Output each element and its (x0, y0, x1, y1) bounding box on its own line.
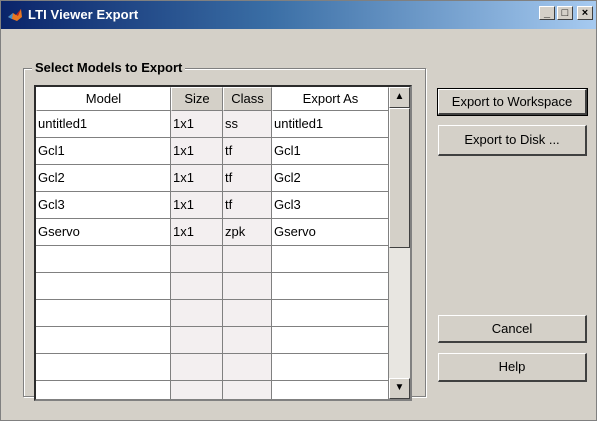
cell-size (171, 273, 223, 300)
cell-size: 1x1 (171, 165, 223, 192)
cell-model: Gservo (36, 219, 171, 246)
table-body: untitled1 1x1 ss untitled1 Gcl1 1x1 tf Gcl1 Gcl2… (36, 111, 410, 399)
cell-class: zpk (223, 219, 272, 246)
cell-class (223, 246, 272, 273)
scrollbar-thumb[interactable] (389, 108, 410, 248)
cell-size (171, 354, 223, 381)
table-row[interactable]: untitled1 1x1 ss untitled1 (36, 111, 410, 138)
cell-class (223, 327, 272, 354)
export-to-workspace-button[interactable]: Export to Workspace (437, 88, 588, 116)
cell-model (36, 354, 171, 381)
cell-class (223, 381, 272, 399)
column-header-model[interactable]: Model (36, 87, 171, 111)
cell-size: 1x1 (171, 219, 223, 246)
cell-model (36, 273, 171, 300)
cell-size: 1x1 (171, 111, 223, 138)
cell-model: Gcl1 (36, 138, 171, 165)
help-button[interactable]: Help (438, 353, 587, 382)
table-row[interactable] (36, 354, 410, 381)
cell-export-as[interactable] (272, 381, 389, 399)
minimize-button[interactable]: _ (539, 6, 555, 20)
table-row[interactable] (36, 327, 410, 354)
table-row[interactable] (36, 300, 410, 327)
cell-export-as[interactable] (272, 273, 389, 300)
cell-export-as[interactable] (272, 246, 389, 273)
column-header-export-as[interactable]: Export As (272, 87, 389, 111)
table-row[interactable]: Gcl2 1x1 tf Gcl2 (36, 165, 410, 192)
cell-model (36, 300, 171, 327)
cell-export-as[interactable]: Gcl1 (272, 138, 389, 165)
table-row[interactable]: Gcl1 1x1 tf Gcl1 (36, 138, 410, 165)
lti-viewer-export-window: LTI Viewer Export _ □ × Select Models to… (0, 0, 597, 421)
cell-export-as[interactable] (272, 354, 389, 381)
close-button[interactable]: × (577, 6, 593, 20)
cell-export-as[interactable]: Gservo (272, 219, 389, 246)
cell-class: tf (223, 138, 272, 165)
cell-export-as[interactable]: Gcl2 (272, 165, 389, 192)
cell-class: ss (223, 111, 272, 138)
cell-model (36, 246, 171, 273)
cell-export-as[interactable]: untitled1 (272, 111, 389, 138)
cell-class (223, 300, 272, 327)
cell-model: Gcl2 (36, 165, 171, 192)
arrow-down-icon[interactable]: ▼ (389, 378, 410, 399)
export-to-disk-button[interactable]: Export to Disk ... (438, 125, 587, 156)
cell-export-as[interactable]: Gcl3 (272, 192, 389, 219)
cell-export-as[interactable] (272, 300, 389, 327)
title-bar[interactable]: LTI Viewer Export _ □ × (1, 1, 596, 29)
models-table: Model Size Class Export As untitled1 1x1 s… (34, 85, 412, 401)
column-header-class[interactable]: Class (223, 87, 272, 111)
cell-size (171, 246, 223, 273)
cell-class: tf (223, 192, 272, 219)
cell-model (36, 381, 171, 399)
cancel-button[interactable]: Cancel (438, 315, 587, 343)
table-row[interactable]: Gservo 1x1 zpk Gservo (36, 219, 410, 246)
table-row[interactable] (36, 246, 410, 273)
cell-size (171, 300, 223, 327)
table-row[interactable] (36, 273, 410, 300)
column-header-size[interactable]: Size (171, 87, 223, 111)
cell-model (36, 327, 171, 354)
cell-size (171, 381, 223, 399)
group-label: Select Models to Export (32, 60, 186, 75)
cell-class (223, 354, 272, 381)
arrow-up-icon[interactable]: ▲ (389, 87, 410, 108)
window-title: LTI Viewer Export (28, 7, 139, 22)
maximize-button[interactable]: □ (557, 6, 573, 20)
cell-class (223, 273, 272, 300)
vertical-scrollbar[interactable]: ▲ ▼ (389, 87, 410, 399)
cell-size (171, 327, 223, 354)
cell-model: untitled1 (36, 111, 171, 138)
cell-export-as[interactable] (272, 327, 389, 354)
cell-size: 1x1 (171, 138, 223, 165)
cell-model: Gcl3 (36, 192, 171, 219)
matlab-icon (8, 9, 22, 21)
table-header: Model Size Class Export As (36, 87, 410, 111)
table-row[interactable] (36, 381, 410, 399)
cell-class: tf (223, 165, 272, 192)
cell-size: 1x1 (171, 192, 223, 219)
table-row[interactable]: Gcl3 1x1 tf Gcl3 (36, 192, 410, 219)
